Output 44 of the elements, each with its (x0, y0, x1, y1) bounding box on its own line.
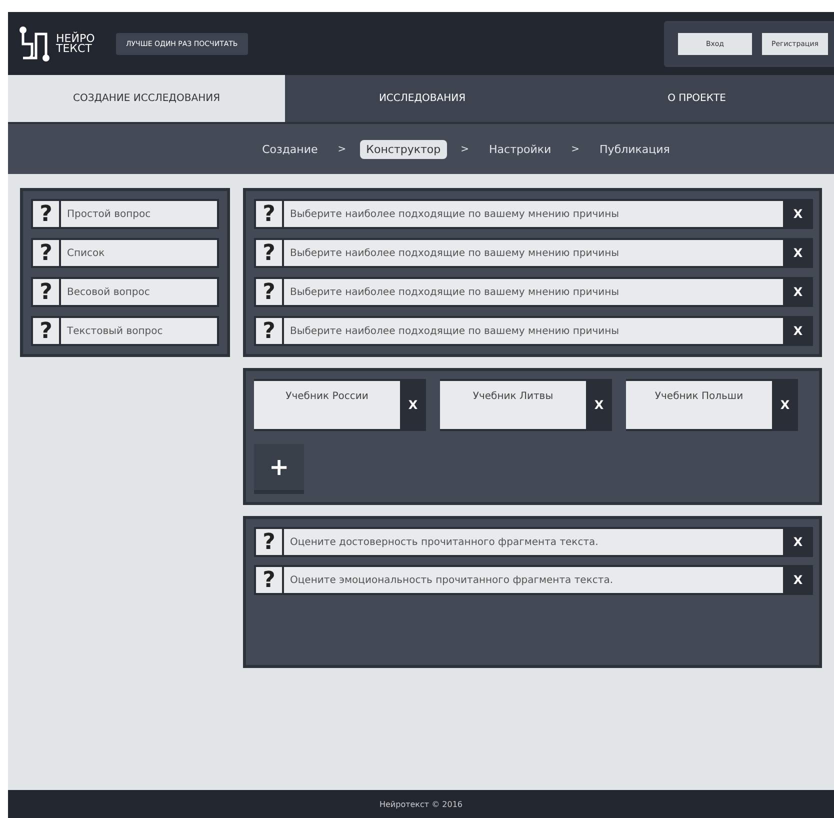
question-mark-icon: ? (256, 201, 282, 227)
question-text: Простой вопрос (61, 201, 217, 227)
step-link[interactable]: Настройки (483, 140, 558, 158)
question-row[interactable]: ? Оцените достоверность прочитанного фрагмента текста. X (254, 527, 813, 557)
question-text: Выберите наиболее подходящие по вашему мнению причины (284, 240, 783, 266)
question-type-item[interactable]: ? Текстовый вопрос (31, 316, 219, 346)
question-text: Выберите наиболее подходящие по вашему мнению причины (284, 318, 783, 344)
option-text: Учебник Польши (626, 381, 772, 429)
question-mark-icon: ? (256, 240, 282, 266)
separator-icon: > (338, 144, 346, 154)
option-text: Учебник России (254, 381, 400, 429)
question-text: Выберите наиболее подходящие по вашему мнению причины (284, 201, 783, 227)
question-text: Текстовый вопрос (61, 318, 217, 344)
separator-icon: > (571, 144, 580, 154)
question-mark-icon: ? (33, 318, 59, 344)
question-mark-icon: ? (33, 279, 59, 305)
question-mark-icon: ? (33, 240, 59, 266)
question-row[interactable]: ? Выберите наиболее подходящие по вашему мнению причины X (254, 238, 813, 268)
question-mark-icon: ? (33, 201, 59, 227)
question-text: Выберите наиболее подходящие по вашему мнению причины (284, 279, 783, 305)
nav-tab[interactable]: СОЗДАНИЕ ИССЛЕДОВАНИЯ (8, 75, 285, 122)
question-text: Весовой вопрос (61, 279, 217, 305)
step-link[interactable]: Создание (256, 140, 324, 158)
question-text: Оцените достоверность прочитанного фрагмента текста. (284, 529, 783, 555)
question-mark-icon: ? (256, 567, 282, 593)
step-link[interactable]: Конструктор (360, 140, 447, 158)
question-text: Список (61, 240, 217, 266)
question-type-item[interactable]: ? Простой вопрос (31, 199, 219, 229)
footer-text: Нейротекст © 2016 (8, 790, 834, 818)
question-row[interactable]: ? Оцените эмоциональность прочитанного фрагмента текста. X (254, 565, 813, 595)
question-mark-icon: ? (256, 318, 282, 344)
question-row[interactable]: ? Выберите наиболее подходящие по вашему мнению причины X (254, 199, 813, 229)
question-row[interactable]: ? Выберите наиболее подходящие по вашему мнению причины X (254, 316, 813, 346)
separator-icon: > (460, 144, 470, 154)
step-link[interactable]: Публикация (594, 140, 676, 158)
question-mark-icon: ? (256, 529, 282, 555)
logo-text: НЕЙРО ТЕКСТ (56, 34, 96, 54)
question-type-item[interactable]: ? Весовой вопрос (31, 277, 219, 307)
question-text: Оцените эмоциональность прочитанного фрагмента текста. (284, 567, 783, 593)
add-button[interactable]: + (254, 444, 304, 494)
question-type-item[interactable]: ? Список (31, 238, 219, 268)
question-mark-icon: ? (256, 279, 282, 305)
option-text: Учебник Литвы (440, 381, 586, 429)
question-row[interactable]: ? Выберите наиболее подходящие по вашему мнению причины X (254, 277, 813, 307)
